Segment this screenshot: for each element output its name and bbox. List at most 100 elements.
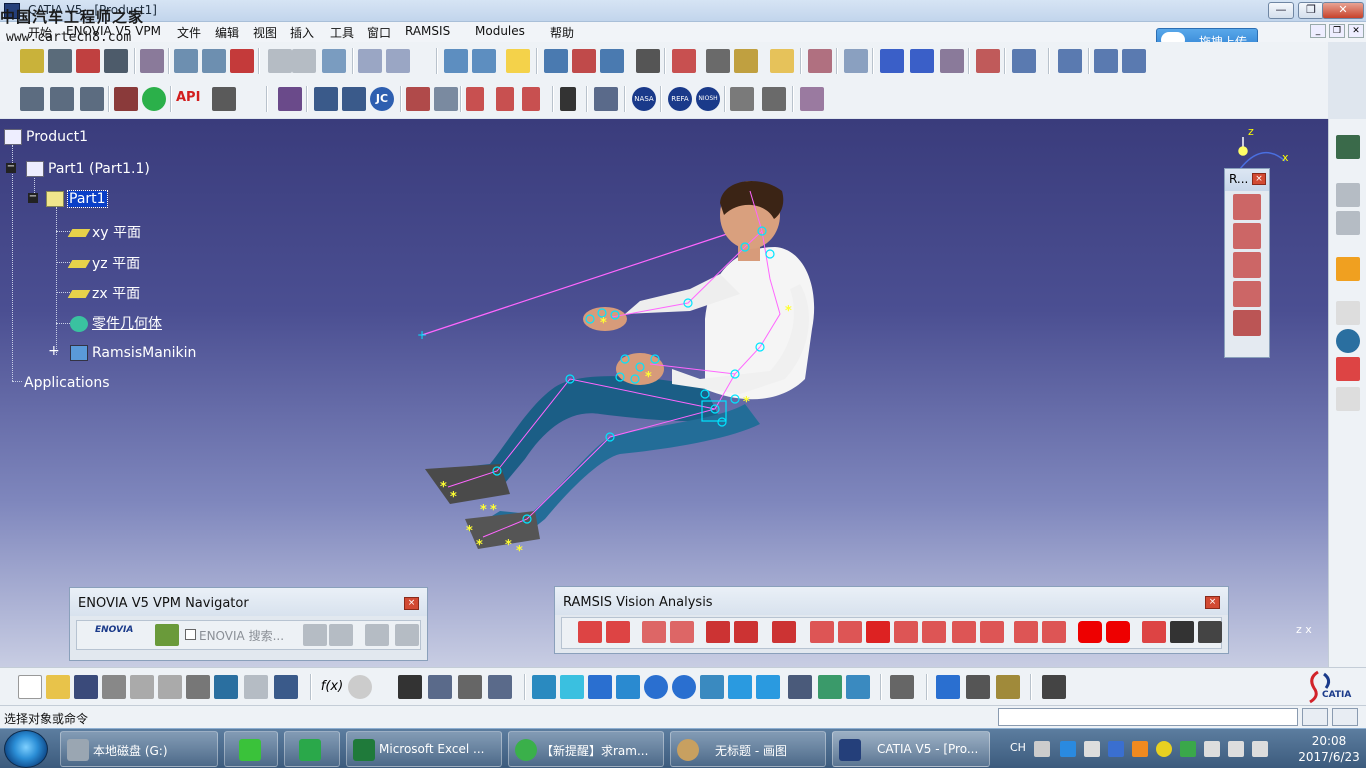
grasp-hand-3-icon[interactable]	[1233, 252, 1261, 278]
posture-2-icon[interactable]	[202, 49, 226, 73]
enovia-panel-close-button[interactable]: ×	[404, 597, 419, 610]
vision-camera-2-icon[interactable]	[734, 621, 758, 643]
tray-icon-3[interactable]	[1132, 741, 1148, 757]
properties-icon[interactable]	[322, 49, 346, 73]
tray-language[interactable]: CH	[1010, 741, 1026, 754]
figure-icon[interactable]	[342, 87, 366, 111]
doc-close-button[interactable]: ✕	[1348, 24, 1364, 38]
taskbar-item-iqiyi[interactable]	[224, 731, 278, 767]
analysis-icon[interactable]	[278, 87, 302, 111]
manikin-color-icon[interactable]	[114, 87, 138, 111]
workbench-icon[interactable]	[1336, 135, 1360, 159]
taskbar-item-drive[interactable]: 本地磁盘 (G:)	[60, 731, 218, 767]
print-icon[interactable]	[102, 675, 126, 699]
taskbar-item-browser[interactable]: 【新提醒】求ram...	[508, 731, 664, 767]
menu-tools[interactable]: 工具	[330, 24, 354, 41]
measure-between-icon[interactable]	[936, 675, 960, 699]
cloud-tray-icon[interactable]	[1060, 741, 1076, 757]
menu-modules[interactable]: Modules	[475, 24, 525, 38]
vision-angle-icon[interactable]	[1014, 621, 1038, 643]
comment-icon[interactable]	[348, 675, 372, 699]
vision-curve-icon[interactable]	[1170, 621, 1194, 643]
maximize-button[interactable]: ❐	[1298, 2, 1324, 19]
skeleton-2-icon[interactable]	[940, 49, 964, 73]
new-file-icon[interactable]	[18, 675, 42, 699]
vision-eyes-icon[interactable]	[772, 621, 796, 643]
seat-icon[interactable]	[1012, 49, 1036, 73]
fly-icon[interactable]	[532, 675, 556, 699]
keyboard-icon[interactable]	[1034, 741, 1050, 757]
paste-icon[interactable]	[186, 675, 210, 699]
table-icon[interactable]	[212, 87, 236, 111]
walk-icon[interactable]	[1233, 310, 1261, 336]
restriction-icon[interactable]	[672, 49, 696, 73]
curve-2-icon[interactable]	[910, 49, 934, 73]
lock-icon[interactable]	[458, 675, 482, 699]
lift-icon[interactable]	[730, 87, 754, 111]
vision-arrow-2-icon[interactable]	[838, 621, 862, 643]
network-icon[interactable]	[1252, 741, 1268, 757]
fit-all-icon[interactable]	[560, 675, 584, 699]
vision-clock-icon[interactable]	[1042, 621, 1066, 643]
doc-restore-button[interactable]: ❐	[1329, 24, 1345, 38]
force-delete-icon[interactable]	[572, 49, 596, 73]
force-2-icon[interactable]	[600, 49, 624, 73]
taskbar-item-paint[interactable]: 无标题 - 画图	[670, 731, 826, 767]
remove-manikin-icon[interactable]	[230, 49, 254, 73]
grasp-hand-2-icon[interactable]	[1233, 223, 1261, 249]
table-grid-icon[interactable]	[398, 675, 422, 699]
open-icon[interactable]	[20, 49, 44, 73]
formula-icon[interactable]: f(x)	[320, 675, 344, 699]
grasp-hand-icon[interactable]	[1233, 194, 1261, 220]
enovia-search-checkbox[interactable]	[185, 629, 196, 640]
vision-c-icon[interactable]	[866, 621, 890, 643]
move-joint-icon[interactable]	[444, 49, 468, 73]
rotate-icon[interactable]	[616, 675, 640, 699]
measure-icon[interactable]	[890, 675, 914, 699]
vision-rect-2-icon[interactable]	[1106, 621, 1130, 643]
taskbar-item-green-app[interactable]	[284, 731, 340, 767]
vision-arrow-3-icon[interactable]	[894, 621, 918, 643]
export-icon[interactable]	[800, 87, 824, 111]
undo-icon[interactable]	[214, 675, 238, 699]
vision-sound-icon[interactable]	[578, 621, 602, 643]
skeleton-icon[interactable]	[844, 49, 868, 73]
doc-minimize-button[interactable]: _	[1310, 24, 1326, 38]
seat-2-icon[interactable]	[594, 87, 618, 111]
posture-p3-icon[interactable]	[1122, 49, 1146, 73]
pan-icon[interactable]	[588, 675, 612, 699]
menu-view[interactable]: 视图	[253, 24, 277, 41]
vision-mirror-2-icon[interactable]	[670, 621, 694, 643]
usb-icon[interactable]	[1204, 741, 1220, 757]
vision-arrow-icon[interactable]	[810, 621, 834, 643]
save-disk-icon[interactable]	[74, 675, 98, 699]
print-icon[interactable]	[762, 87, 786, 111]
menu-edit[interactable]: 编辑	[215, 24, 239, 41]
swap-space-icon[interactable]	[846, 675, 870, 699]
posture-p-icon[interactable]	[1058, 49, 1082, 73]
volume-icon[interactable]	[1228, 741, 1244, 757]
grasp-icon[interactable]	[770, 49, 794, 73]
hide-show-icon[interactable]	[818, 675, 842, 699]
posture-icon[interactable]	[174, 49, 198, 73]
vision-glasses-icon[interactable]	[922, 621, 946, 643]
vision-mirror-icon[interactable]	[642, 621, 666, 643]
niosh-button[interactable]: NIOSH	[696, 87, 720, 111]
cut-icon[interactable]	[130, 675, 154, 699]
3d-viewport[interactable]: Product1 − Part1 (Part1.1) − Part1 xy 平面…	[0, 119, 1328, 667]
force-icon[interactable]	[544, 49, 568, 73]
system-clock[interactable]: 20:08 2017/6/23	[1296, 733, 1362, 765]
body-icon[interactable]	[358, 49, 382, 73]
floating-toolbar-close-button[interactable]: ×	[1252, 173, 1266, 185]
menu-ramsis[interactable]: RAMSIS	[405, 24, 450, 38]
tree-structure-icon[interactable]	[428, 675, 452, 699]
refresh-icon[interactable]	[142, 87, 166, 111]
shield-icon[interactable]	[1180, 741, 1196, 757]
normal-view-icon[interactable]	[700, 675, 724, 699]
points-icon[interactable]	[50, 87, 74, 111]
vision-speaker-icon[interactable]	[606, 621, 630, 643]
vision-bike-icon[interactable]	[1142, 621, 1166, 643]
minimize-button[interactable]: —	[1268, 2, 1294, 19]
iso-view-icon[interactable]	[756, 675, 780, 699]
graph-icon[interactable]	[488, 675, 512, 699]
